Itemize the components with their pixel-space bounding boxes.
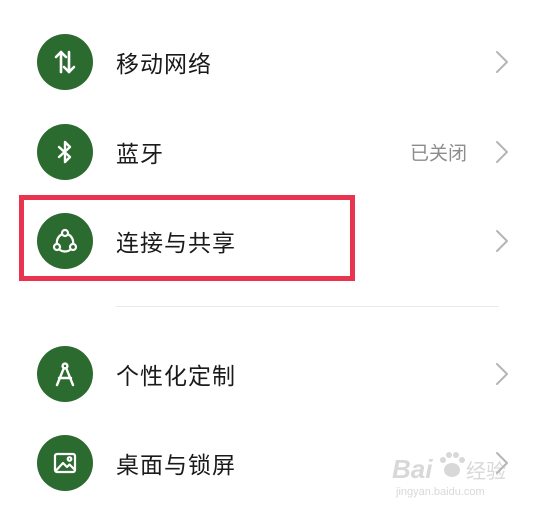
settings-item-label: 蓝牙 (116, 142, 164, 168)
compass-icon (37, 346, 93, 402)
settings-item-mobile-network[interactable]: 移动网络 (0, 17, 535, 107)
share-connection-icon (37, 213, 93, 269)
settings-item-desktop-lockscreen[interactable]: 桌面与锁屏 (0, 418, 535, 508)
chevron-right-icon (496, 141, 508, 163)
chevron-right-icon (496, 452, 508, 474)
settings-item-label: 移动网络 (116, 52, 212, 78)
mobile-data-icon (37, 34, 93, 90)
settings-item-connection-sharing[interactable]: 连接与共享 (0, 196, 535, 286)
settings-item-label: 桌面与锁屏 (116, 453, 236, 479)
chevron-right-icon (496, 230, 508, 252)
chevron-right-icon (496, 363, 508, 385)
section-divider (116, 306, 499, 307)
settings-item-label: 个性化定制 (116, 364, 236, 390)
settings-list: 移动网络 蓝牙 已关闭 连接与共享 个性化定制 桌面与锁屏 (0, 0, 535, 511)
chevron-right-icon (496, 51, 508, 73)
settings-item-personalization[interactable]: 个性化定制 (0, 329, 535, 419)
bluetooth-status: 已关闭 (409, 142, 467, 165)
settings-item-label: 连接与共享 (116, 231, 236, 257)
bluetooth-icon (37, 124, 93, 180)
settings-item-bluetooth[interactable]: 蓝牙 已关闭 (0, 107, 535, 197)
image-icon (37, 435, 93, 491)
